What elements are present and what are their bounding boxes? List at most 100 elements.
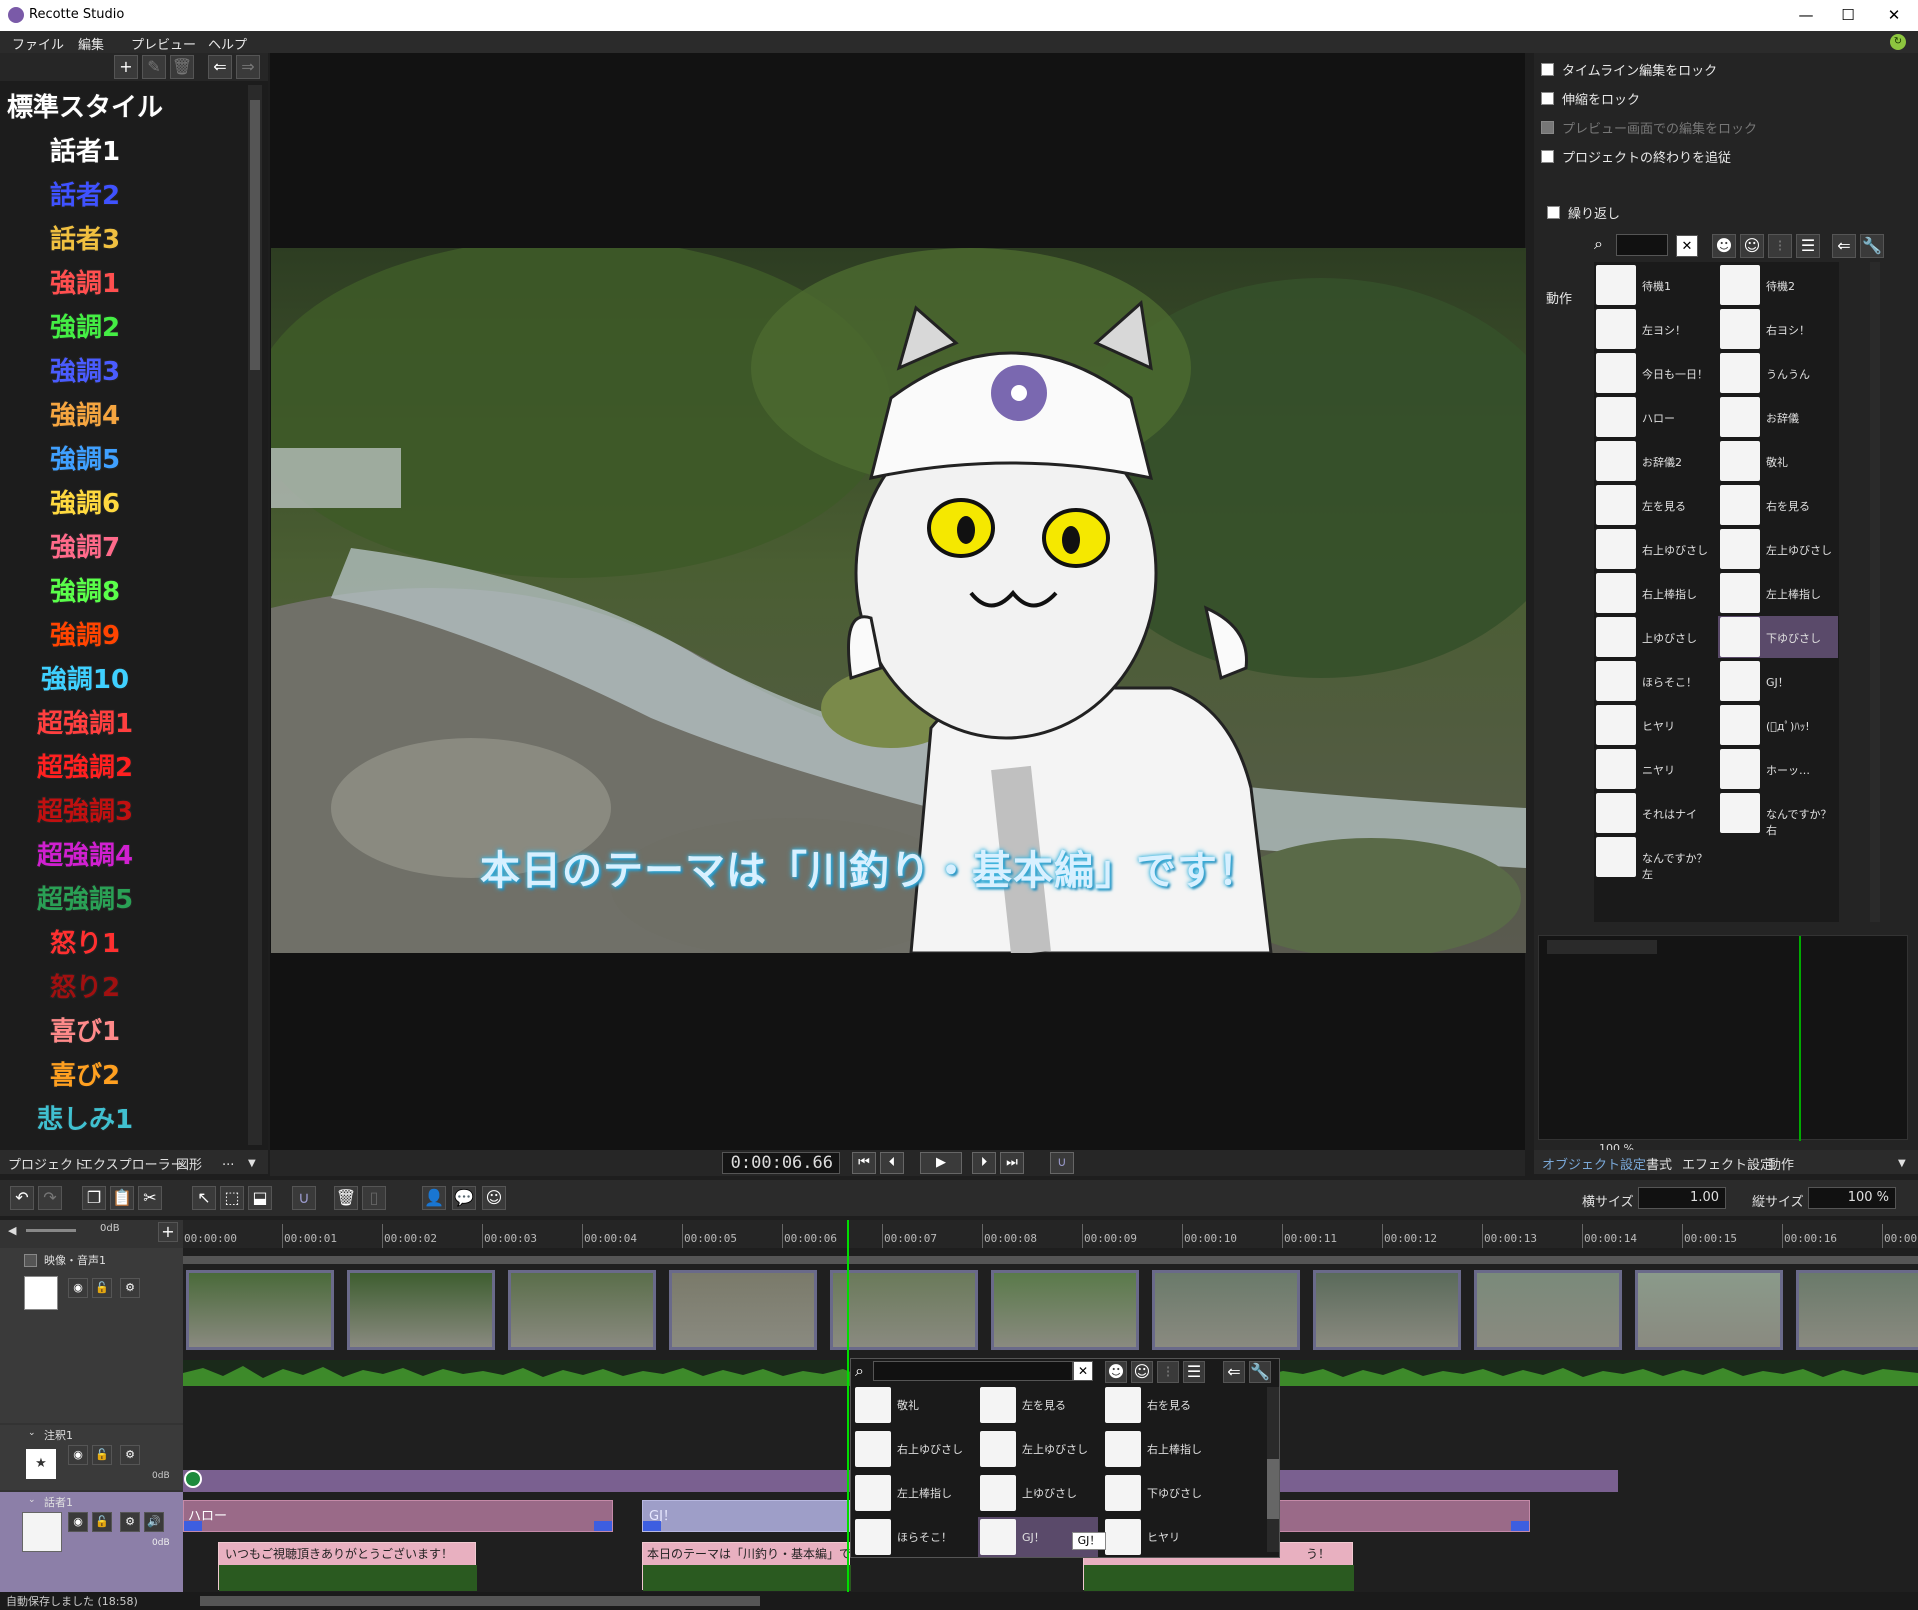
text-clip-1[interactable]: いつもご視聴頂きありがとうございます！ [218, 1542, 477, 1591]
motion-item[interactable]: 左上ゆびさし [1718, 528, 1838, 570]
clear-search-icon[interactable]: ✕ [1676, 235, 1698, 257]
tab-dropdown-icon[interactable]: ▼ [248, 1158, 256, 1169]
export-style-icon[interactable]: ⇒ [236, 55, 260, 79]
motion-item[interactable]: それはナイ [1594, 792, 1714, 834]
motion-item[interactable]: ニヤリ [1594, 748, 1714, 790]
motion-item[interactable]: 待機1 [1594, 264, 1714, 306]
detail-view-icon[interactable]: ⁝ [1768, 234, 1792, 258]
collapse-icon[interactable]: ⌄ [28, 1428, 36, 1438]
motion-clip-3[interactable] [1278, 1500, 1530, 1532]
popup-clear-icon[interactable]: ✕ [1073, 1361, 1093, 1381]
motion-item[interactable]: ハロー [1594, 396, 1714, 438]
clip-in-handle[interactable] [184, 1521, 202, 1531]
style-item[interactable]: 喜び2 [0, 1056, 170, 1096]
horizontal-scrollbar[interactable] [200, 1596, 760, 1606]
add-style-button[interactable]: + [114, 55, 138, 79]
popup-wrench-icon[interactable]: 🔧 [1249, 1361, 1271, 1383]
collapse-icon[interactable]: ⌄ [28, 1495, 36, 1505]
style-item[interactable]: 超強調2 [0, 748, 170, 788]
playhead[interactable] [847, 1220, 849, 1595]
import-motion-icon[interactable]: ⇐ [1832, 234, 1856, 258]
lock-icon[interactable]: 🔓 [92, 1512, 112, 1532]
import-style-icon[interactable]: ⇐ [208, 55, 232, 79]
right-tab-dropdown-icon[interactable]: ▼ [1898, 1158, 1906, 1169]
lock-icon[interactable]: 🔓 [92, 1445, 112, 1465]
motion-item[interactable]: 敬礼 [1718, 440, 1838, 482]
popup-motion-item[interactable]: 下ゆびさし [1103, 1473, 1223, 1513]
tab-more[interactable]: ... [222, 1154, 234, 1169]
popup-motion-item[interactable]: 左上棒指し [853, 1473, 973, 1513]
popup-motion-item[interactable]: 上ゆびさし [978, 1473, 1098, 1513]
eye-icon[interactable]: ◉ [68, 1512, 88, 1532]
style-item[interactable]: 悲しみ1 [0, 1100, 170, 1140]
speaker-start-marker[interactable] [184, 1470, 202, 1488]
motion-item[interactable]: ホーッ… [1718, 748, 1838, 790]
tab-format[interactable]: 書式 [1646, 1154, 1672, 1173]
motion-item[interactable]: 待機2 [1718, 264, 1838, 306]
lock-preview-checkbox[interactable] [1541, 121, 1554, 134]
popup-face-large-icon[interactable]: ☻ [1105, 1361, 1127, 1383]
style-scrollbar-thumb[interactable] [250, 100, 260, 370]
add-track-button[interactable]: + [158, 1222, 178, 1242]
split-clip-icon[interactable]: ▯ [362, 1186, 386, 1210]
magnet-icon[interactable]: ∪ [292, 1186, 316, 1210]
face-small-icon[interactable]: ☺ [1740, 234, 1764, 258]
tab-shapes[interactable]: 図形 [176, 1154, 202, 1173]
paste-icon[interactable]: 📋 [110, 1186, 134, 1210]
motion-item[interactable]: 上ゆびさし [1594, 616, 1714, 658]
style-item[interactable]: 怒り1 [0, 924, 170, 964]
popup-motion-item[interactable]: 右上ゆびさし [853, 1429, 973, 1469]
close-button[interactable]: ✕ [1866, 0, 1918, 31]
style-item[interactable]: 怒り2 [0, 968, 170, 1008]
style-item[interactable]: 超強調1 [0, 704, 170, 744]
lock-timeline-checkbox[interactable] [1541, 63, 1554, 76]
select-tool-icon[interactable]: ↖ [192, 1186, 216, 1210]
skip-to-end-button[interactable]: ⏭ [1000, 1152, 1024, 1174]
edit-style-button[interactable]: ✎ [142, 55, 166, 79]
motion-item[interactable]: うんうん [1718, 352, 1838, 394]
motion-item[interactable]: 下ゆびさし [1718, 616, 1838, 658]
eye-icon[interactable]: ◉ [68, 1278, 88, 1298]
track-video-checkbox[interactable] [24, 1254, 37, 1267]
motion-item[interactable]: 左を見る [1594, 484, 1714, 526]
ripple-select-icon[interactable]: ⬓ [248, 1186, 272, 1210]
motion-item[interactable]: なんですか？左 [1594, 836, 1714, 881]
clip-in-handle[interactable] [643, 1521, 661, 1531]
popup-import-icon[interactable]: ⇐ [1223, 1361, 1245, 1383]
wrench-icon[interactable]: 🔧 [1860, 234, 1884, 258]
style-item[interactable]: 話者2 [0, 176, 170, 216]
eye-icon[interactable]: ◉ [68, 1445, 88, 1465]
style-item[interactable]: 超強調5 [0, 880, 170, 920]
delete-style-button[interactable]: 🗑 [170, 55, 194, 79]
gear-icon[interactable]: ⚙ [120, 1512, 140, 1532]
add-speaker-icon[interactable]: 👤 [422, 1186, 446, 1210]
motion-item[interactable]: 右上棒指し [1594, 572, 1714, 614]
motion-item[interactable]: ヒヤリ [1594, 704, 1714, 746]
style-item[interactable]: 強調8 [0, 572, 170, 612]
copy-icon[interactable]: ❐ [82, 1186, 106, 1210]
popup-face-small-icon[interactable]: ☺ [1131, 1361, 1153, 1383]
popup-motion-item[interactable]: ほらそこ！ [853, 1517, 973, 1557]
play-button[interactable]: ▶ [920, 1152, 962, 1174]
motion-item[interactable]: なんですか？右 [1718, 792, 1838, 837]
tab-motion[interactable]: 動作 [1768, 1154, 1794, 1173]
tab-effect-settings[interactable]: エフェクト設定 [1682, 1154, 1773, 1173]
motion-item[interactable]: 右ヨシ！ [1718, 308, 1838, 350]
preview-subtitle[interactable]: 本日のテーマは「川釣り・基本編」です！ [480, 838, 1259, 896]
speaker-volume-icon[interactable]: 🔊 [144, 1512, 164, 1532]
master-volume-icon[interactable]: ◀ [8, 1224, 16, 1237]
clip-out-handle[interactable] [1511, 1521, 1529, 1531]
face-large-icon[interactable]: ☻ [1712, 234, 1736, 258]
v-size-input[interactable]: 100 % [1808, 1187, 1896, 1209]
style-item[interactable]: 強調7 [0, 528, 170, 568]
style-item[interactable]: 強調2 [0, 308, 170, 348]
master-volume-slider[interactable] [26, 1229, 76, 1232]
menu-help[interactable]: ヘルプ [208, 34, 247, 53]
add-expression-icon[interactable]: ☺ [482, 1186, 506, 1210]
style-item[interactable]: 強調6 [0, 484, 170, 524]
style-item[interactable]: 強調10 [0, 660, 170, 700]
style-item[interactable]: 話者1 [0, 132, 170, 172]
style-item[interactable]: 強調1 [0, 264, 170, 304]
next-frame-button[interactable]: ⏵ [972, 1152, 996, 1174]
popup-search-input[interactable] [873, 1361, 1073, 1381]
